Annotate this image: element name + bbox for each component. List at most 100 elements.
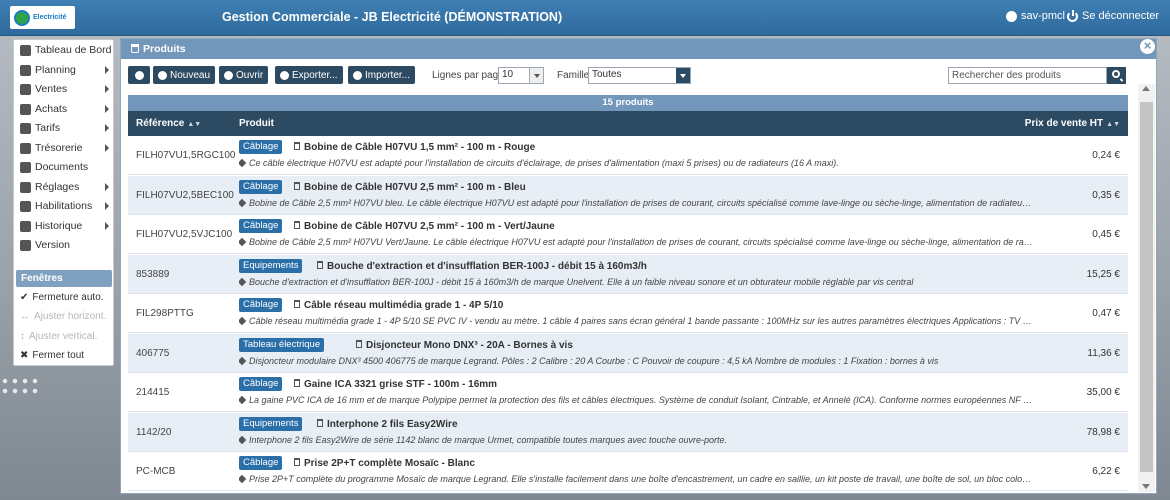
lines-per-page-label: Lignes par page [432, 70, 504, 81]
chevron-down-icon [529, 68, 543, 83]
sidebar-item[interactable]: Planning [20, 63, 76, 77]
table-row[interactable]: 1142/20 Equipements Interphone 2 fils Easy… [128, 412, 1128, 452]
product-reference: FILH07VU2,5VJC100 [136, 229, 233, 240]
scroll-thumb[interactable] [1140, 102, 1153, 472]
window-menu-item: ↔ Ajuster horizont. [20, 309, 106, 323]
sidebar-icon [20, 142, 31, 154]
close-window-button[interactable]: × [1140, 39, 1155, 54]
window-menu-item[interactable]: ✔ Fermeture auto. [20, 290, 104, 304]
flask-icon [131, 44, 139, 53]
sidebar-item[interactable]: Tableau de Bord [20, 43, 111, 57]
category-badge: Equipements [239, 416, 303, 431]
search-button[interactable] [1107, 67, 1126, 84]
pencil-icon [224, 70, 233, 80]
product-description: Interphone 2 fils Easy2Wire de série 114… [239, 435, 1034, 445]
product-reference: FIL298PTTG [136, 308, 194, 319]
table-row[interactable]: 853889 Equipements Bouche d'extraction et … [128, 254, 1128, 294]
tag-icon [239, 474, 247, 484]
sidebar-item-label: Trésorerie [35, 142, 83, 154]
family-select[interactable]: Toutes [588, 67, 691, 84]
category-badge: Câblage [239, 219, 283, 233]
table-row[interactable]: PC-MCB Câblage Prise 2P+T complète Mosaïc … [128, 452, 1128, 491]
chevron-down-icon [676, 68, 690, 83]
product-price: 0,35 € [1092, 189, 1120, 201]
export-label: Exporter... [292, 69, 338, 81]
sidebar-item-label: Version [35, 239, 71, 251]
app-logo[interactable]: Electricité [10, 6, 75, 29]
resize-h-icon: ↔ [20, 310, 30, 322]
product-reference: 214415 [136, 387, 170, 398]
table-row[interactable]: FILH07VU2,5VJC100 Câblage Bobine de Câble … [128, 215, 1128, 254]
category-badge: Tableau électrique [239, 337, 325, 352]
sidebar-item[interactable]: Trésorerie [20, 141, 82, 155]
window-menu-item[interactable]: ✖ Fermer tout [20, 348, 84, 362]
table-row[interactable]: FILH07VU1,5RGC100 Câblage Bobine de Câble … [128, 136, 1128, 175]
tag-icon [239, 356, 247, 365]
product-description: Bouche d'extraction et d'insufflation BE… [239, 277, 1034, 287]
search-input[interactable]: Rechercher des produits [948, 67, 1107, 84]
tag-icon [239, 237, 247, 247]
table-header: Référence ▲▼ Produit Prix de vente HT ▲▼ [128, 111, 1128, 136]
product-description-text: Ce câble électrique H07VU est adapté pou… [249, 158, 839, 168]
scroll-up-icon[interactable] [1142, 86, 1150, 91]
scrollbar[interactable] [1138, 84, 1155, 492]
table-row[interactable]: FIL298PTTG Câblage Câble réseau multimédia… [128, 294, 1128, 333]
product-description: Bobine de Câble 2,5 mm² H07VU Vert/Jaune… [239, 237, 1034, 247]
window-menu-label: Ajuster horizont. [34, 310, 107, 322]
product-name-text: Bobine de Câble H07VU 2,5 mm² - 100 m - … [304, 181, 526, 193]
product-description-text: Bobine de Câble 2,5 mm² H07VU Vert/Jaune… [249, 237, 1034, 247]
check-icon: ✔ [20, 291, 29, 303]
table-row[interactable]: 406775 Tableau électrique Disjoncteur Mono… [128, 333, 1128, 373]
plus-icon [158, 70, 167, 80]
sidebar-item[interactable]: Réglages [20, 180, 79, 194]
table-row[interactable]: 214415 Câblage Gaine ICA 3321 grise STF - … [128, 373, 1128, 412]
column-reference[interactable]: Référence ▲▼ [136, 118, 201, 129]
refresh-button[interactable] [128, 66, 150, 84]
product-price: 78,98 € [1086, 426, 1120, 438]
sidebar-item[interactable]: Documents [20, 160, 88, 174]
family-value: Toutes [592, 69, 622, 80]
product-price: 0,45 € [1092, 229, 1120, 240]
product-description: Bobine de Câble 2,5 mm² H07VU bleu. Le c… [239, 198, 1034, 208]
sidebar-item-label: Historique [35, 220, 83, 232]
search-icon [1112, 70, 1120, 78]
sidebar-item[interactable]: Achats [20, 102, 67, 116]
sidebar-item[interactable]: Historique [20, 219, 82, 233]
cloud-upload-icon [353, 70, 362, 80]
window-title-bar: Produits [121, 39, 1156, 59]
export-button[interactable]: Exporter... [275, 66, 343, 84]
family-label: Famille [557, 70, 590, 81]
chevron-right-icon [105, 144, 109, 152]
scroll-down-icon[interactable] [1142, 484, 1150, 489]
logout-button[interactable]: Se déconnecter [1067, 9, 1159, 22]
column-price[interactable]: Prix de vente HT ▲▼ [1025, 118, 1120, 129]
tag-icon [239, 198, 247, 207]
new-button[interactable]: Nouveau [153, 66, 216, 84]
app-title: Gestion Commerciale - JB Electricité (DÉ… [222, 10, 563, 24]
product-name: Gaine ICA 3321 grise STF - 100m - 16mm [294, 379, 497, 390]
product-description-text: Interphone 2 fils Easy2Wire de série 114… [249, 434, 728, 445]
user-menu[interactable]: sav-pmcl [1006, 10, 1065, 22]
lines-per-page-value: 10 [502, 69, 514, 80]
sidebar-icon [20, 64, 31, 76]
category-badge: Equipements [239, 258, 303, 273]
chevron-right-icon [105, 85, 109, 93]
product-name-text: Bobine de Câble H07VU 2,5 mm² - 100 m - … [304, 221, 555, 232]
lines-per-page-select[interactable]: 10 [498, 67, 544, 84]
sidebar-item[interactable]: Tarifs [20, 121, 60, 135]
sidebar-item[interactable]: Ventes [20, 82, 67, 96]
sidebar-icon [20, 103, 31, 115]
result-count: 15 produits [128, 95, 1128, 111]
chevron-right-icon [105, 124, 109, 132]
sidebar-item[interactable]: Habilitations [20, 199, 92, 213]
table-row[interactable]: FILH07VU2,5BEC100 Câblage Bobine de Câble … [128, 175, 1128, 215]
import-button[interactable]: Importer... [348, 66, 416, 84]
tag-icon [239, 277, 247, 286]
product-price: 6,22 € [1092, 466, 1120, 477]
column-price-label: Prix de vente HT [1024, 118, 1104, 129]
column-product: Produit [239, 118, 274, 129]
sidebar-item[interactable]: Version [20, 238, 70, 252]
open-button[interactable]: Ouvrir [219, 66, 269, 84]
window-menu-label: Fermeture auto. [32, 291, 104, 303]
flask-icon [294, 221, 300, 229]
